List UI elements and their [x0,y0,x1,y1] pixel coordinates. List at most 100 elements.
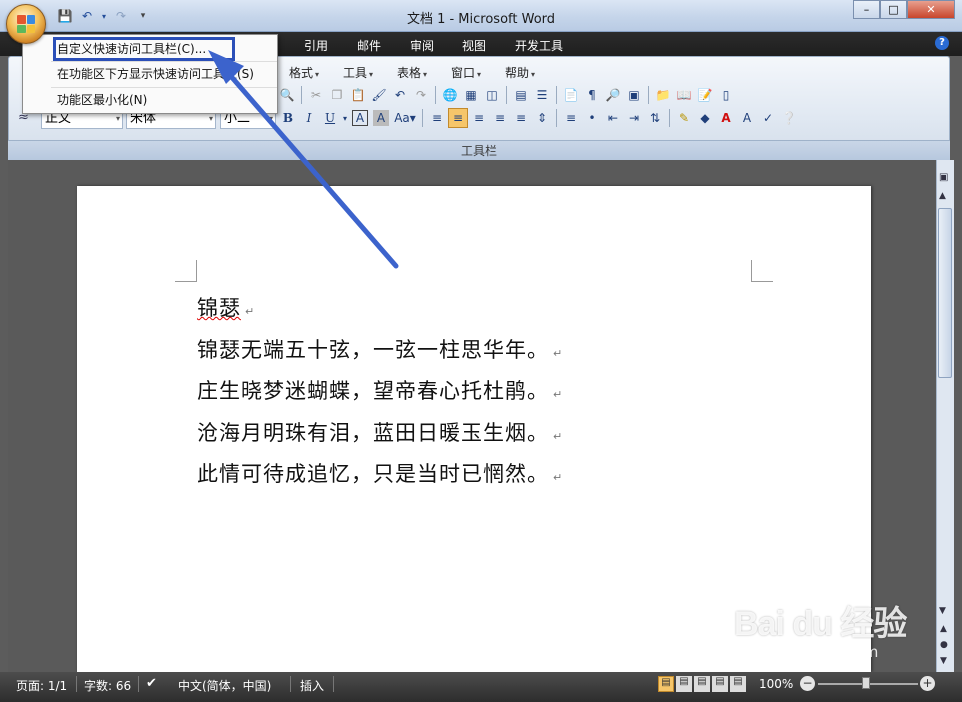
spelling-icon[interactable]: ✓ [758,108,778,128]
outline-view-icon[interactable]: ▤ [712,676,728,692]
status-bar [0,672,962,702]
menu-format[interactable]: 格式 ▾ [289,64,319,81]
bullets-icon[interactable]: • [582,108,602,128]
scroll-down-icon[interactable]: ▼ [939,606,946,616]
crop-mark-left [175,260,197,282]
draft-view-icon[interactable]: ▤ [730,676,746,692]
align-center-icon[interactable]: ≡ [448,108,468,128]
full-screen-view-icon[interactable]: ▤ [676,676,692,692]
menu-item-minimize-ribbon[interactable]: 功能区最小化(N) [23,88,277,112]
drawing-icon[interactable]: ☰ [532,85,552,105]
show-hide-icon[interactable]: ¶ [582,85,602,105]
doc-line-title: 锦瑟 ↵ [197,296,256,320]
print-preview-icon[interactable]: 🔍 [277,85,297,105]
status-page[interactable]: 页面: 1/1 [16,677,67,694]
scroll-up-icon[interactable]: ▲ [939,191,946,201]
numbering-icon[interactable]: ≡ [561,108,581,128]
status-word-count[interactable]: 字数: 66 [84,677,131,694]
doc-line-1: 锦瑟无端五十弦，一弦一柱思华年。 ↵ [197,338,564,362]
tables-borders-icon[interactable]: ▦ [461,85,481,105]
shading-icon[interactable]: ◆ [695,108,715,128]
prev-page-icon[interactable]: ▲ [940,624,947,634]
highlight-icon[interactable]: ✎ [674,108,694,128]
menu-table[interactable]: 表格 ▾ [397,64,427,81]
cut-icon[interactable]: ✂ [306,85,326,105]
char-border-icon[interactable]: A [352,110,368,126]
help-icon[interactable]: ? [935,36,949,50]
document-map-icon[interactable]: 📄 [561,85,581,105]
watermark-url: jingyan.baidu.com [740,643,879,661]
underline-icon[interactable]: U [320,108,340,128]
edit-icon[interactable]: 📝 [695,85,715,105]
view-buttons: ▤ ▤ ▤ ▤ ▤ [658,676,750,694]
baidu-logo: Bai du 经验 [734,605,907,643]
menu-window[interactable]: 窗口 ▾ [451,64,481,81]
status-language[interactable]: 中文(简体，中国) [178,677,271,694]
doc-line-4: 此情可待成追忆，只是当时已惘然。 ↵ [197,462,564,486]
menu-item-customize-qat[interactable]: 自定义快速访问工具栏(C)... [23,37,277,61]
scrollbar-thumb[interactable] [938,208,952,378]
print-layout-view-icon[interactable]: ▤ [658,676,674,692]
status-insert-mode[interactable]: 插入 [300,677,324,694]
office-logo-icon [15,13,37,35]
web-layout-view-icon[interactable]: ▤ [694,676,710,692]
menu-tools[interactable]: 工具 ▾ [343,64,373,81]
italic-icon[interactable]: I [299,108,319,128]
zoom-out-icon[interactable]: − [800,676,815,691]
crop-mark-right [751,260,773,282]
tab-developer[interactable]: 开发工具 [515,37,563,54]
tab-references[interactable]: 引用 [304,37,328,54]
ribbon-group-label: 工具栏 [8,140,950,160]
open-folder-icon[interactable]: 📁 [653,85,673,105]
research-icon[interactable]: 📖 [674,85,694,105]
menu-item-show-below-ribbon[interactable]: 在功能区下方显示快速访问工具栏(S) [23,62,277,86]
baidu-watermark: Bai du 经验 jingyan.baidu.com [734,596,907,661]
distribute-icon[interactable]: ≡ [511,108,531,128]
help-circle-icon[interactable]: ❔ [779,108,799,128]
decrease-indent-icon[interactable]: ⇤ [603,108,623,128]
office-button[interactable] [6,4,46,44]
sort-icon[interactable]: ⇅ [645,108,665,128]
proofing-icon[interactable]: ✔ [146,676,157,691]
reading-mode-icon[interactable]: ▣ [624,85,644,105]
maximize-button[interactable]: □ [880,0,907,19]
paste-icon[interactable]: 📋 [348,85,368,105]
minimize-button[interactable]: – [853,0,880,19]
tab-mailings[interactable]: 邮件 [357,37,381,54]
insert-table-icon[interactable]: ◫ [482,85,502,105]
tab-view[interactable]: 视图 [462,37,486,54]
window-title: 文档 1 - Microsoft Word [406,12,556,27]
columns-icon[interactable]: ▤ [511,85,531,105]
zoom-icon[interactable]: 🔎 [603,85,623,105]
browse-object-icon[interactable]: ● [940,640,948,650]
view-ruler-icon[interactable]: ▣ [939,172,951,186]
char-shading-icon[interactable]: A [373,110,389,126]
menu-help[interactable]: 帮助 ▾ [505,64,535,81]
more-icon[interactable]: ▯ [716,85,736,105]
formatting-toolbar: B I U ▾ A A Aa▾ ≡ ≡ ≡ ≡ ≡ ⇕ ≡ • ⇤ ⇥ ⇅ ✎ … [278,107,799,129]
redo-icon[interactable]: ↷ [411,85,431,105]
line-spacing-icon[interactable]: ⇕ [532,108,552,128]
zoom-in-icon[interactable]: + [920,676,935,691]
change-case-icon[interactable]: Aa▾ [392,108,418,128]
font-color-icon[interactable]: A [716,108,736,128]
bold-icon[interactable]: B [278,108,298,128]
increase-indent-icon[interactable]: ⇥ [624,108,644,128]
text-effects-icon[interactable]: A [737,108,757,128]
doc-line-3: 沧海月明珠有泪，蓝田日暖玉生烟。 ↵ [197,421,564,445]
doc-line-2: 庄生晓梦迷蝴蝶，望帝春心托杜鹃。 ↵ [197,379,564,403]
close-button[interactable]: ✕ [907,0,955,19]
qat-context-menu: 自定义快速访问工具栏(C)... 在功能区下方显示快速访问工具栏(S) 功能区最… [22,34,278,114]
copy-icon[interactable]: ❐ [327,85,347,105]
format-painter-icon[interactable]: 🖌 [369,85,389,105]
hyperlink-icon[interactable]: 🌐 [440,85,460,105]
align-right-icon[interactable]: ≡ [469,108,489,128]
justify-icon[interactable]: ≡ [490,108,510,128]
undo-icon[interactable]: ↶ [390,85,410,105]
align-left-icon[interactable]: ≡ [427,108,447,128]
underline-dropdown-icon[interactable]: ▾ [341,108,349,128]
next-page-icon[interactable]: ▼ [940,656,947,666]
zoom-slider-thumb[interactable] [862,677,870,689]
tab-review[interactable]: 审阅 [410,37,434,54]
zoom-level[interactable]: 100% [759,677,793,691]
